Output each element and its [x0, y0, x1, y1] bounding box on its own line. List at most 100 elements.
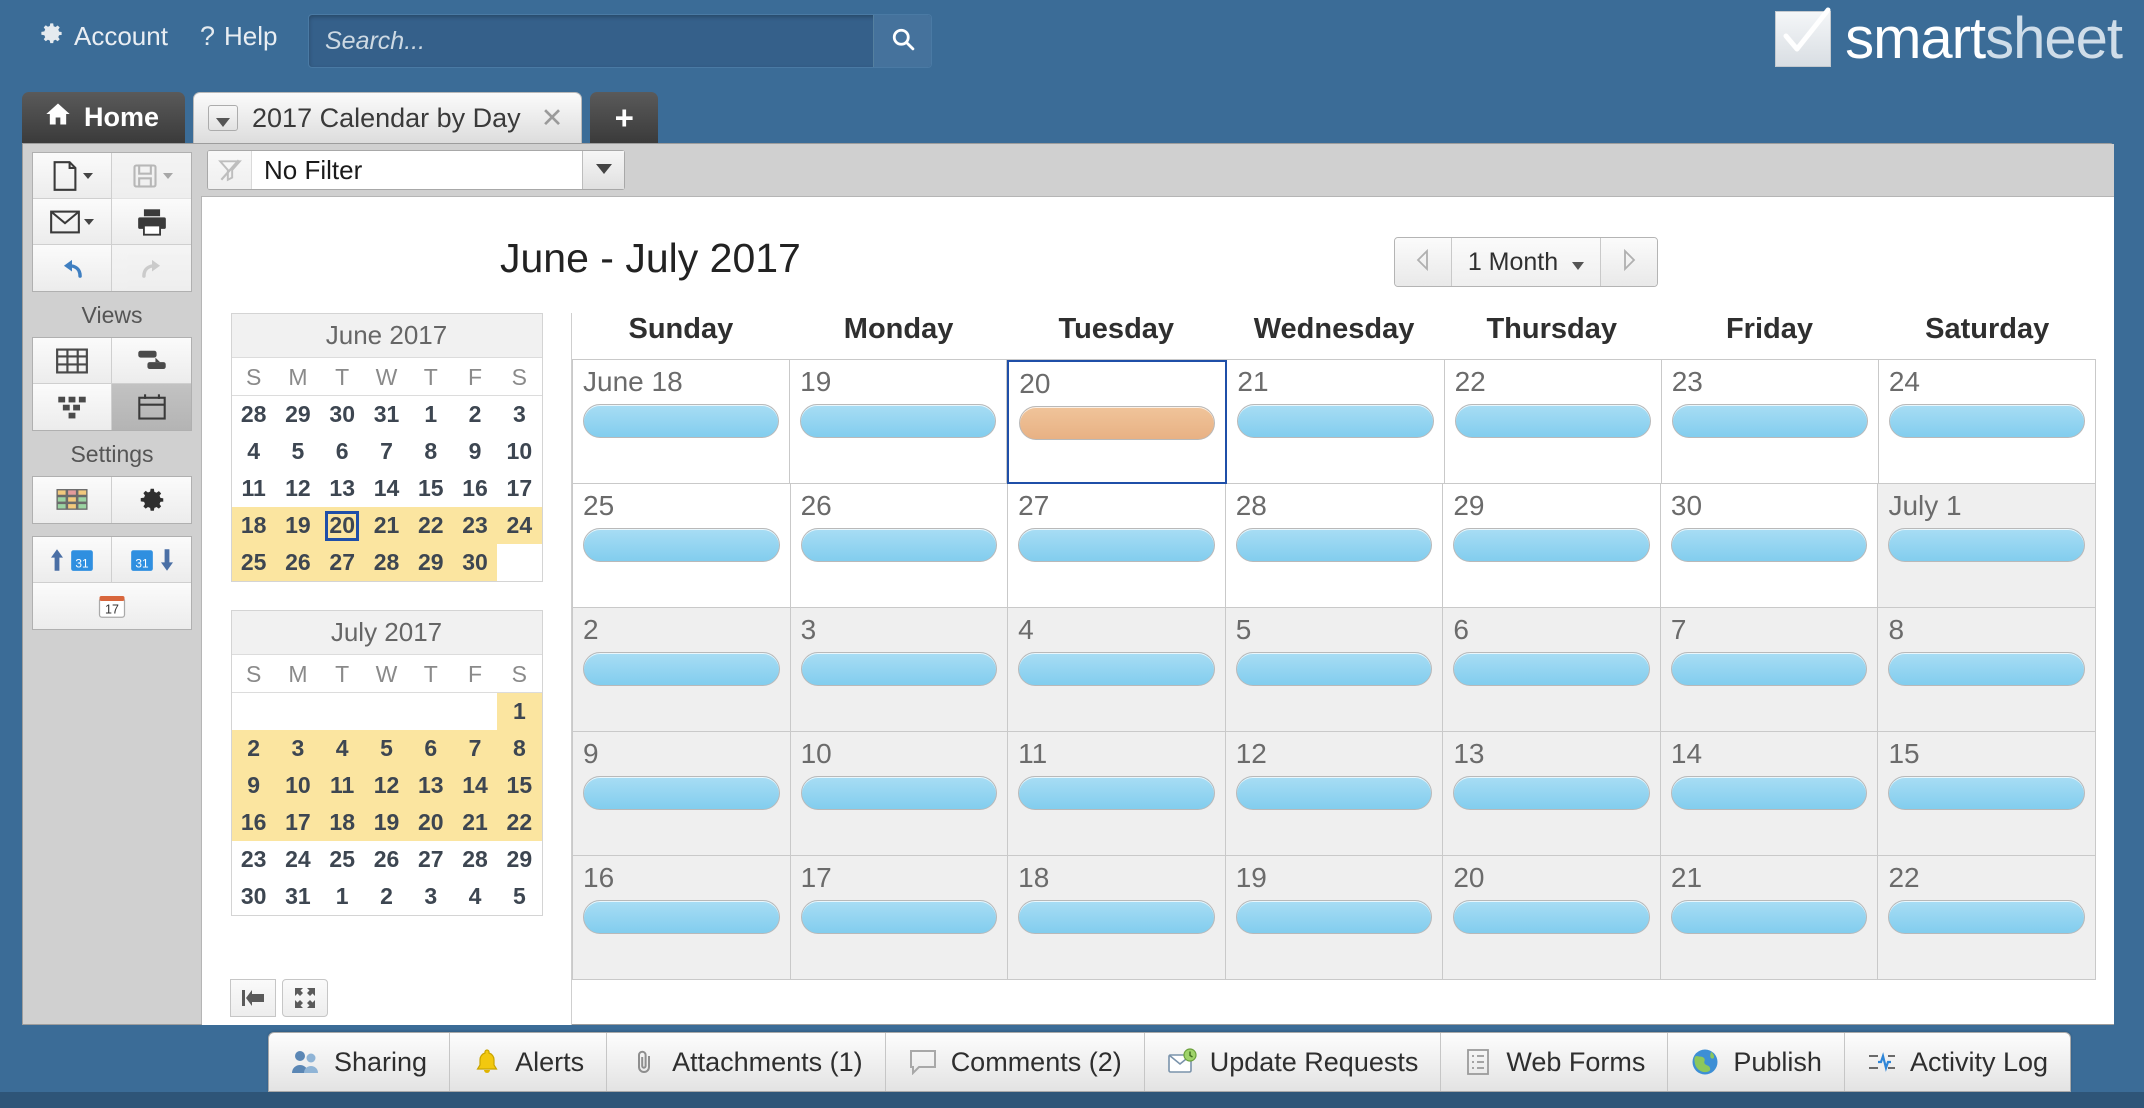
calendar-event-bar[interactable]	[1888, 404, 2085, 438]
mini-day-cell[interactable]: 23	[232, 841, 276, 878]
search-submit-button[interactable]	[873, 15, 931, 67]
undo-button[interactable]	[33, 245, 112, 291]
calendar-event-bar[interactable]	[1453, 776, 1650, 810]
save-button[interactable]	[112, 153, 191, 199]
mini-day-cell[interactable]: 9	[231, 767, 276, 804]
calendar-day-cell[interactable]: 2	[573, 608, 791, 732]
calendar-day-cell[interactable]: 20	[1443, 856, 1661, 980]
calendar-day-cell[interactable]: 21	[1227, 360, 1445, 484]
calendar-event-bar[interactable]	[1018, 528, 1215, 562]
mini-day-cell[interactable]: 24	[276, 841, 320, 878]
mini-day-cell[interactable]: 11	[320, 767, 365, 804]
calendar-event-bar[interactable]	[583, 652, 780, 686]
calendar-day-cell[interactable]: 26	[790, 484, 1009, 608]
calendar-event-bar[interactable]	[1019, 406, 1216, 440]
close-x-icon[interactable]: ✕	[541, 103, 564, 134]
mini-day-cell[interactable]: 27	[320, 544, 365, 581]
calendar-day-cell[interactable]: 5	[1225, 608, 1444, 732]
calendar-day-cell[interactable]: 27	[1008, 484, 1226, 608]
mini-day-cell[interactable]: 15	[497, 767, 542, 804]
next-period-button[interactable]	[1601, 238, 1657, 286]
calendar-day-cell[interactable]: 29	[1443, 484, 1661, 608]
calendar-event-bar[interactable]	[583, 900, 780, 934]
mini-day-cell[interactable]: 25	[231, 544, 276, 581]
calendar-app-button[interactable]: 17	[33, 583, 191, 629]
mini-day-cell[interactable]: 19	[275, 507, 321, 544]
mini-day-cell[interactable]: 28	[232, 396, 276, 434]
conditional-formatting-button[interactable]	[33, 477, 112, 523]
expand-arrows-icon[interactable]	[282, 979, 328, 1017]
calendar-day-cell[interactable]: 4	[1008, 608, 1226, 732]
calendar-day-cell[interactable]: 16	[573, 856, 791, 980]
mini-day-cell[interactable]: 20	[408, 804, 453, 841]
calendar-event-bar[interactable]	[1018, 652, 1215, 686]
sharing-button[interactable]: Sharing	[269, 1033, 451, 1091]
mini-day-cell[interactable]: 22	[497, 804, 542, 841]
gantt-view-button[interactable]	[112, 338, 191, 384]
mini-day-cell[interactable]: 7	[364, 433, 408, 470]
mini-day-cell[interactable]: 26	[364, 841, 408, 878]
search-input[interactable]	[309, 15, 873, 67]
calendar-event-bar[interactable]	[1888, 528, 2086, 562]
mini-day-cell[interactable]: 9	[453, 433, 497, 470]
calendar-event-bar[interactable]	[1018, 776, 1215, 810]
mini-day-cell[interactable]: 29	[276, 396, 320, 434]
help-menu-button[interactable]: ? Help	[184, 15, 294, 58]
calendar-event-bar[interactable]	[1888, 776, 2086, 810]
mini-day-cell[interactable]: 31	[364, 396, 408, 434]
update-requests-button[interactable]: Update Requests	[1145, 1033, 1442, 1091]
calendar-event-bar[interactable]	[1670, 528, 1868, 562]
calendar-view-button[interactable]	[112, 384, 191, 430]
filter-off-icon[interactable]	[208, 151, 252, 189]
mini-day-cell[interactable]: 29	[497, 841, 541, 878]
mini-day-cell[interactable]: 28	[453, 841, 497, 878]
collapse-left-icon[interactable]	[230, 979, 276, 1017]
mini-day-cell[interactable]: 17	[275, 804, 321, 841]
calendar-day-cell[interactable]: 19	[790, 360, 1008, 484]
mini-day-cell[interactable]: 8	[409, 433, 453, 470]
mini-day-cell[interactable]: 30	[320, 396, 364, 434]
tab-sheet-2017-calendar-by-day[interactable]: 2017 Calendar by Day ✕	[193, 92, 583, 144]
calendar-event-bar[interactable]	[583, 776, 780, 810]
mini-day-cell[interactable]: 5	[497, 878, 541, 915]
calendar-day-cell[interactable]: 13	[1443, 732, 1661, 856]
mini-day-cell[interactable]: 16	[453, 470, 497, 507]
calendar-event-bar[interactable]	[583, 528, 780, 562]
calendar-day-cell[interactable]: 20	[1007, 360, 1228, 484]
grid-view-button[interactable]	[33, 338, 112, 384]
calendar-event-bar[interactable]	[800, 652, 998, 686]
print-button[interactable]	[112, 199, 191, 245]
mini-day-cell[interactable]: 4	[453, 878, 497, 915]
calendar-day-cell[interactable]: 22	[1878, 856, 2097, 980]
mini-day-cell[interactable]: 6	[408, 730, 453, 767]
calendar-day-cell[interactable]: 6	[1443, 608, 1661, 732]
calendar-day-cell[interactable]: 24	[1878, 360, 2096, 484]
mini-day-cell[interactable]: 23	[452, 507, 498, 544]
mini-day-cell[interactable]: 21	[452, 804, 498, 841]
calendar-event-bar[interactable]	[1671, 404, 1868, 438]
mini-day-cell[interactable]: 21	[364, 507, 409, 544]
mini-day-cell[interactable]: 10	[497, 433, 541, 470]
calendar-day-cell[interactable]: 21	[1660, 856, 1879, 980]
publish-button[interactable]: Publish	[1668, 1033, 1845, 1091]
card-view-button[interactable]	[33, 384, 112, 430]
attachments-button[interactable]: Attachments (1)	[607, 1033, 886, 1091]
calendar-event-bar[interactable]	[1018, 900, 1215, 934]
mini-day-cell[interactable]: 5	[276, 433, 320, 470]
calendar-day-cell[interactable]: 17	[790, 856, 1009, 980]
calendar-day-cell[interactable]: 12	[1225, 732, 1444, 856]
mini-day-cell[interactable]: 2	[453, 396, 497, 434]
mini-day-cell[interactable]: 17	[497, 470, 541, 507]
calendar-event-bar[interactable]	[800, 900, 998, 934]
calendar-day-cell[interactable]: 23	[1661, 360, 1879, 484]
calendar-event-bar[interactable]	[800, 528, 998, 562]
calendar-day-cell[interactable]: 11	[1008, 732, 1226, 856]
calendar-day-cell[interactable]: 22	[1444, 360, 1662, 484]
calendar-event-bar[interactable]	[800, 404, 997, 438]
mini-day-cell[interactable]: 1	[497, 692, 542, 730]
mini-day-cell[interactable]: 28	[364, 544, 409, 581]
redo-button[interactable]	[112, 245, 191, 291]
mini-day-cell[interactable]: 3	[497, 396, 541, 434]
mini-day-cell[interactable]: 20	[320, 507, 365, 544]
mini-day-cell[interactable]: 13	[408, 767, 453, 804]
